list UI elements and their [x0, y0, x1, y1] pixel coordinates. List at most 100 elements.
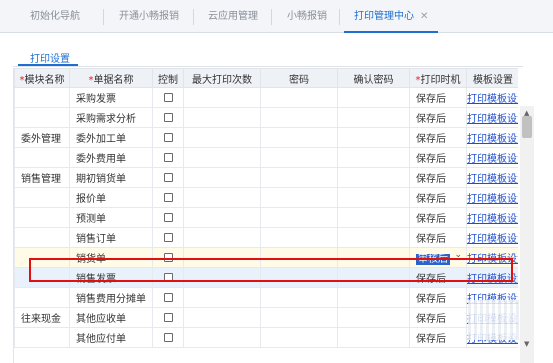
table-row[interactable]: 往来现金其他应收单保存后打印模板设置 [14, 307, 518, 328]
template-settings-link[interactable]: 打印模板设置 [468, 234, 519, 245]
cell-password[interactable] [260, 327, 338, 348]
cell-print-time[interactable]: 保存后 [409, 107, 467, 128]
cell-password[interactable] [260, 167, 338, 188]
cell-max-print[interactable] [183, 287, 261, 308]
control-checkbox[interactable] [163, 172, 173, 182]
cell-print-time[interactable]: 保存后 [409, 287, 467, 308]
table-row[interactable]: 采购发票 保存后打印模板设置 [14, 87, 519, 108]
tab-open-xiaochang[interactable]: 开通小畅报销 [119, 10, 179, 24]
cell-password[interactable] [260, 267, 338, 288]
cell-max-print[interactable] [183, 327, 261, 348]
cell-max-print[interactable] [183, 87, 261, 108]
table-row[interactable]: 其他应付单保存后打印模板设置 [14, 327, 518, 348]
cell-password[interactable] [260, 107, 338, 128]
cell-confirm-password[interactable] [337, 307, 410, 328]
cell-print-time[interactable]: 审核后 ⌄ [409, 247, 467, 268]
cell-max-print[interactable] [183, 307, 261, 328]
cell-max-print[interactable] [183, 187, 261, 208]
cell-print-time[interactable]: 保存后 [409, 127, 467, 148]
cell-print-time[interactable]: 保存后 [409, 207, 467, 228]
cell-print-time[interactable]: 保存后 [409, 227, 467, 248]
cell-password[interactable] [260, 307, 338, 328]
chevron-down-icon[interactable]: ⌄ [454, 250, 462, 260]
cell-password[interactable] [260, 147, 338, 168]
cell-password[interactable] [260, 87, 338, 108]
template-settings-link[interactable]: 打印模板设置 [468, 154, 519, 165]
cell-max-print[interactable] [183, 207, 261, 228]
cell-confirm-password[interactable] [337, 227, 410, 248]
cell-print-time[interactable]: 保存后 [409, 307, 467, 328]
cell-confirm-password[interactable] [337, 247, 410, 268]
table-row[interactable]: 采购需求分析 保存后打印模板设置 [14, 107, 519, 128]
control-checkbox[interactable] [163, 252, 173, 262]
template-settings-link[interactable]: 打印模板设置 [468, 254, 519, 265]
control-checkbox[interactable] [163, 232, 173, 242]
cell-confirm-password[interactable] [337, 287, 410, 308]
cell-print-time[interactable]: 保存后 [409, 87, 467, 108]
template-settings-link[interactable]: 打印模板设置 [468, 114, 519, 125]
cell-confirm-password[interactable] [337, 87, 410, 108]
cell-print-time[interactable]: 保存后 [409, 267, 467, 288]
table-row[interactable]: 预测单 保存后打印模板设置 [14, 207, 519, 228]
control-checkbox[interactable] [163, 112, 173, 122]
cell-confirm-password[interactable] [337, 207, 410, 228]
template-settings-link[interactable]: 打印模板设置 [468, 214, 519, 225]
cell-max-print[interactable] [183, 227, 261, 248]
table-row[interactable]: 报价单 保存后打印模板设置 [14, 187, 519, 208]
tab-init-guide[interactable]: 初始化导航 [30, 10, 80, 24]
cell-confirm-password[interactable] [337, 327, 410, 348]
template-settings-link[interactable]: 打印模板设置 [468, 134, 519, 145]
table-row[interactable]: 销售发票 保存后打印模板设置 [14, 267, 519, 288]
cell-print-time[interactable]: 保存后 [409, 167, 467, 188]
cell-max-print[interactable] [183, 147, 261, 168]
cell-password[interactable] [260, 207, 338, 228]
subtab-print-settings[interactable]: 打印设置 [30, 50, 70, 65]
scrollbar-thumb[interactable] [522, 116, 532, 138]
table-row[interactable]: 销售管理期初销货单 保存后打印模板设置 [14, 167, 519, 188]
template-settings-link[interactable]: 打印模板设置 [468, 194, 519, 205]
cell-confirm-password[interactable] [337, 147, 410, 168]
template-settings-link[interactable]: 打印模板设置 [468, 274, 519, 285]
cell-print-time[interactable]: 保存后 [409, 327, 467, 348]
cell-max-print[interactable] [183, 247, 261, 268]
control-checkbox[interactable] [163, 132, 173, 142]
cell-confirm-password[interactable] [337, 187, 410, 208]
close-icon[interactable]: ✕ [420, 11, 428, 22]
cell-confirm-password[interactable] [337, 127, 410, 148]
cell-password[interactable] [260, 247, 338, 268]
vertical-scrollbar[interactable] [520, 106, 534, 363]
table-row[interactable]: 委外费用单 保存后打印模板设置 [14, 147, 519, 168]
table-row[interactable]: 销货单 审核后 ⌄ 打印模板设置 [14, 247, 519, 268]
template-settings-link[interactable]: 打印模板设置 [468, 94, 519, 105]
control-checkbox[interactable] [163, 212, 173, 222]
tab-xiaochang-expense[interactable]: 小畅报销 [287, 10, 327, 24]
cell-password[interactable] [260, 227, 338, 248]
control-checkbox[interactable] [163, 152, 173, 162]
scroll-down-icon[interactable]: ▼ [524, 340, 529, 348]
control-checkbox[interactable] [163, 192, 173, 202]
tab-print-center[interactable]: 打印管理中心 ✕ [354, 10, 428, 24]
control-checkbox[interactable] [163, 292, 173, 302]
cell-max-print[interactable] [183, 267, 261, 288]
template-settings-link[interactable]: 打印模板设置 [468, 174, 519, 185]
control-checkbox[interactable] [163, 272, 173, 282]
control-checkbox[interactable] [163, 92, 173, 102]
cell-password[interactable] [260, 287, 338, 308]
table-row[interactable]: 销售订单 保存后打印模板设置 [14, 227, 519, 248]
cell-max-print[interactable] [183, 167, 261, 188]
table-row[interactable]: 委外管理委外加工单 保存后打印模板设置 [14, 127, 519, 148]
cell-confirm-password[interactable] [337, 267, 410, 288]
tab-cloud-app[interactable]: 云应用管理 [208, 10, 258, 24]
table-row[interactable]: 销售费用分摊单保存后打印模板设置 [14, 287, 518, 308]
cell-print-time[interactable]: 保存后 [409, 147, 467, 168]
cell-max-print[interactable] [183, 127, 261, 148]
cell-password[interactable] [260, 187, 338, 208]
print-time-select[interactable]: 审核后 [416, 254, 450, 265]
cell-confirm-password[interactable] [337, 107, 410, 128]
cell-print-time[interactable]: 保存后 [409, 187, 467, 208]
cell-confirm-password[interactable] [337, 167, 410, 188]
control-checkbox[interactable] [163, 312, 173, 322]
cell-max-print[interactable] [183, 107, 261, 128]
cell-password[interactable] [260, 127, 338, 148]
control-checkbox[interactable] [163, 332, 173, 342]
